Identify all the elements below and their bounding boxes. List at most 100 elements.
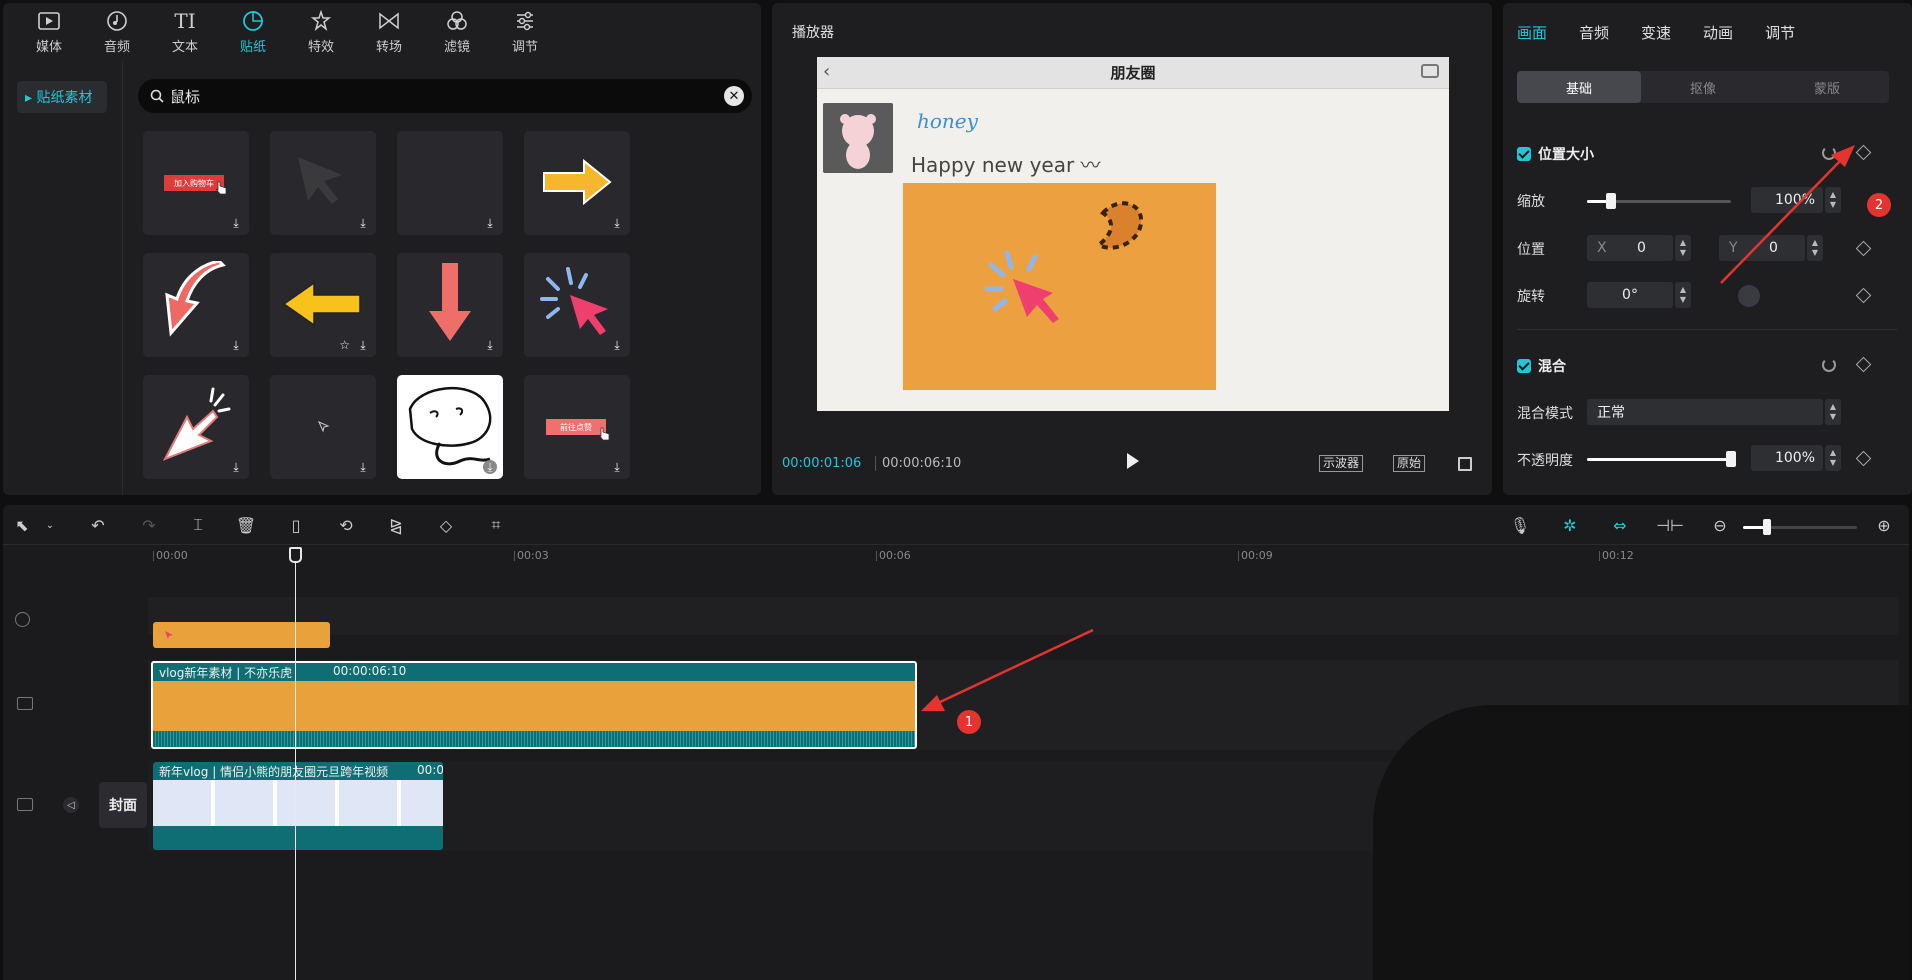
reset-icon[interactable] <box>1822 358 1836 372</box>
opacity-slider-knob[interactable] <box>1726 451 1736 467</box>
link-icon[interactable]: ⇔ <box>1611 516 1629 535</box>
tool-text[interactable]: TI 文本 <box>151 3 219 61</box>
select-cursor-icon[interactable]: ⬉ <box>13 516 31 535</box>
blend-mode-select[interactable]: 正常 <box>1587 399 1823 425</box>
tool-transition[interactable]: 转场 <box>355 3 423 61</box>
position-y-field[interactable]: Y 0 <box>1719 235 1805 261</box>
clear-search-icon[interactable]: ✕ <box>724 86 744 106</box>
magnet-snap-icon[interactable]: ✲ <box>1561 516 1579 535</box>
tab-speed[interactable]: 变速 <box>1641 22 1671 43</box>
rotate-icon[interactable]: ◇ <box>437 516 455 535</box>
blend-section[interactable]: 混合 <box>1517 356 1566 376</box>
sidebar-item-sticker-assets[interactable]: ▸ 贴纸素材 <box>17 81 107 113</box>
zoom-out-icon[interactable]: ⊖ <box>1711 516 1729 535</box>
cover-button[interactable]: 封面 <box>99 782 147 828</box>
position-size-section[interactable]: 位置大小 <box>1517 144 1594 164</box>
video-preview[interactable]: ‹ 朋友圈 honey Happy new year 〰 <box>817 57 1449 411</box>
position-x-stepper[interactable]: ▲ ▼ <box>1675 235 1691 261</box>
reset-icon[interactable] <box>1822 146 1836 160</box>
rotate-dial-icon[interactable] <box>1738 285 1760 307</box>
sticker-like-button[interactable]: 前往点赞 ⤓ <box>524 375 630 479</box>
reverse-icon[interactable]: ⟲ <box>337 516 355 535</box>
sticker-pink-click-cursor[interactable]: ⤓ <box>524 253 630 357</box>
main-video-clip[interactable]: vlog新年素材 | 不亦乐虎 00:00:06:10 <box>151 661 917 749</box>
crop-icon[interactable]: ⌗ <box>487 515 505 534</box>
keyframe-diamond-icon[interactable] <box>1855 450 1872 467</box>
segment-mask[interactable]: 蒙版 <box>1765 71 1889 103</box>
keyframe-diamond-icon[interactable] <box>1855 287 1872 304</box>
scale-value-field[interactable]: 100% <box>1751 187 1823 213</box>
keyframe-diamond-icon[interactable] <box>1855 144 1872 161</box>
sticker-search-input[interactable]: 鼠标 ✕ <box>138 79 752 113</box>
download-icon[interactable]: ⤓ <box>483 460 497 474</box>
chevron-down-icon[interactable]: ⌄ <box>41 516 59 534</box>
download-icon[interactable]: ⤓ <box>356 216 370 230</box>
zoom-slider-knob[interactable] <box>1763 519 1771 535</box>
speaker-icon[interactable]: ◁ <box>63 797 79 813</box>
sticker-doodle-face[interactable]: ⤓ <box>397 375 503 479</box>
microphone-icon[interactable]: 🎙 <box>1510 516 1530 535</box>
tab-picture[interactable]: 画面 <box>1517 22 1547 43</box>
sticker-tiny-cursor[interactable]: ⤓ <box>270 375 376 479</box>
sticker-red-arrow-down[interactable]: ⤓ <box>397 253 503 357</box>
delete-icon[interactable]: 🗑 <box>236 516 256 535</box>
tool-audio[interactable]: 音频 <box>83 3 151 61</box>
playhead-handle[interactable] <box>289 547 302 563</box>
sticker-add-to-cart[interactable]: 加入购物车 ⤓ <box>143 131 249 235</box>
rotate-value-field[interactable]: 0° <box>1587 282 1673 308</box>
sticker-curved-red-arrow[interactable]: ⤓ <box>143 253 249 357</box>
fullscreen-icon[interactable] <box>1458 457 1472 471</box>
timeline-zoom-slider[interactable] <box>1743 519 1857 535</box>
split-preview-icon[interactable]: ⊣⊢ <box>1656 516 1684 535</box>
download-icon[interactable]: ⤓ <box>229 460 243 474</box>
scope-button[interactable]: 示波器 <box>1319 455 1364 472</box>
tool-effects[interactable]: 特效 <box>287 3 355 61</box>
mirror-icon[interactable]: ⧎ <box>387 516 405 535</box>
sticker-white-click-cursor[interactable]: ⤓ <box>143 375 249 479</box>
original-ratio-button[interactable]: 原始 <box>1393 455 1426 472</box>
scale-stepper[interactable]: ▲ ▼ <box>1825 187 1841 213</box>
download-icon[interactable]: ⤓ <box>229 338 243 352</box>
download-icon[interactable]: ⤓ <box>483 216 497 230</box>
segment-cutout[interactable]: 抠像 <box>1641 71 1765 103</box>
tool-media[interactable]: 媒体 <box>15 3 83 61</box>
position-x-field[interactable]: X 0 <box>1587 235 1673 261</box>
sticker-dark-cursor[interactable]: ⤓ <box>270 131 376 235</box>
keyframe-diamond-icon[interactable] <box>1855 240 1872 257</box>
sticker-yellow-arrow-left[interactable]: ☆ ⤓ <box>270 253 376 357</box>
tab-adjust[interactable]: 调节 <box>1765 22 1795 43</box>
tool-filter[interactable]: 滤镜 <box>423 3 491 61</box>
tab-animation[interactable]: 动画 <box>1703 22 1733 43</box>
tool-sticker[interactable]: 贴纸 <box>219 3 287 61</box>
undo-icon[interactable]: ↶ <box>89 516 107 535</box>
download-icon[interactable]: ⤓ <box>610 460 624 474</box>
blend-mode-stepper[interactable]: ▲ ▼ <box>1825 399 1841 425</box>
scale-slider[interactable] <box>1587 193 1731 209</box>
timeline-ruler[interactable]: 00:00 00:03 00:06 00:09 00:12 <box>148 549 1898 569</box>
scale-slider-knob[interactable] <box>1606 193 1617 209</box>
opacity-slider[interactable] <box>1587 451 1736 467</box>
download-icon[interactable]: ⤓ <box>610 216 624 230</box>
zoom-in-icon[interactable]: ⊕ <box>1875 516 1893 535</box>
play-icon[interactable] <box>1127 453 1139 469</box>
favorite-star-icon[interactable]: ☆ <box>339 338 350 352</box>
segment-basic[interactable]: 基础 <box>1517 71 1641 103</box>
checkbox-icon[interactable] <box>1517 147 1531 161</box>
tab-audio[interactable]: 音频 <box>1579 22 1609 43</box>
split-icon[interactable]: ⌶ <box>189 515 207 534</box>
download-icon[interactable]: ⤓ <box>610 338 624 352</box>
download-icon[interactable]: ⤓ <box>483 338 497 352</box>
secondary-video-clip[interactable]: 新年vlog | 情侣小熊的朋友圈元旦跨年视频 00:0 <box>153 762 443 850</box>
sticker-clip[interactable] <box>153 622 330 648</box>
sticker-blank[interactable]: ⤓ <box>397 131 503 235</box>
download-icon[interactable]: ⤓ <box>356 460 370 474</box>
checkbox-icon[interactable] <box>1517 359 1531 373</box>
download-icon[interactable]: ⤓ <box>356 338 370 352</box>
rotate-stepper[interactable]: ▲ ▼ <box>1675 282 1691 308</box>
opacity-value-field[interactable]: 100% <box>1751 445 1823 471</box>
download-icon[interactable]: ⤓ <box>229 216 243 230</box>
keyframe-diamond-icon[interactable] <box>1855 356 1872 373</box>
sticker-yellow-arrow-right[interactable]: ⤓ <box>524 131 630 235</box>
freeze-frame-icon[interactable]: ▯ <box>287 516 305 535</box>
position-y-stepper[interactable]: ▲ ▼ <box>1807 235 1823 261</box>
